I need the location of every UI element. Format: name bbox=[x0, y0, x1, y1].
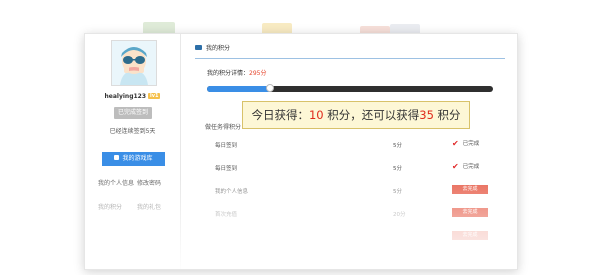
tasks-section-label: 做任务得积分 bbox=[205, 124, 242, 131]
points-tooltip: 今日获得：10 积分，还可以获得35 积分 bbox=[242, 101, 470, 129]
gamepad-icon bbox=[114, 155, 120, 160]
page-title: 我的积分 bbox=[195, 43, 230, 52]
task-name: 每日签到 bbox=[215, 166, 238, 172]
points-progress-bar bbox=[207, 86, 493, 92]
signed-in-button[interactable]: 已完成签到 bbox=[114, 107, 152, 119]
task-name: 每日签到 bbox=[215, 143, 238, 149]
check-icon: ✔ bbox=[452, 162, 459, 171]
go-complete-button[interactable]: 去完成 bbox=[452, 185, 488, 194]
level-badge: lv1 bbox=[148, 93, 161, 99]
task-row: 首次充值 20分 去完成 bbox=[205, 203, 495, 223]
tooltip-suffix: 积分 bbox=[437, 108, 461, 122]
points-panel: 我的积分 我的积分详情：295分 做任务得积分 每日签到 5分 ✔ 已完成 每日签… bbox=[185, 34, 517, 269]
tooltip-prefix: 今日获得： bbox=[251, 108, 309, 122]
go-complete-button[interactable]: 去完成 bbox=[452, 231, 488, 240]
avatar[interactable] bbox=[111, 40, 157, 86]
points-progress-knob[interactable] bbox=[265, 84, 274, 92]
task-row: 去完成 bbox=[205, 226, 495, 246]
task-row: 每日签到 5分 ✔ 已完成 bbox=[205, 134, 495, 154]
task-row: 每日签到 5分 ✔ 已完成 bbox=[205, 157, 495, 177]
task-name: 首次充值 bbox=[215, 212, 238, 218]
task-status-label: 已完成 bbox=[462, 141, 480, 147]
header-divider bbox=[195, 58, 505, 59]
user-sidebar: healying123 lv1 已完成签到 已经连续签到5天 我的游戏库 我的个人… bbox=[85, 34, 181, 269]
task-row: 我的个人信息 5分 去完成 bbox=[205, 180, 495, 200]
task-points: 5分 bbox=[393, 143, 402, 149]
points-value: 295分 bbox=[249, 70, 267, 77]
avatar-image bbox=[112, 41, 156, 85]
signin-streak-text: 已经连续签到5天 bbox=[109, 128, 156, 135]
task-status: ✔ 已完成 bbox=[452, 162, 479, 171]
task-points: 20分 bbox=[393, 212, 406, 218]
tooltip-remaining: 35 bbox=[419, 108, 434, 122]
task-points: 5分 bbox=[393, 166, 402, 172]
menu-item-profile[interactable]: 我的个人信息 bbox=[98, 178, 134, 187]
task-points: 5分 bbox=[393, 189, 402, 195]
username-row: healying123 lv1 bbox=[85, 93, 180, 100]
my-game-library-button[interactable]: 我的游戏库 bbox=[102, 152, 165, 166]
task-status: ✔ 已完成 bbox=[452, 139, 479, 148]
tooltip-middle: 积分，还可以获得 bbox=[327, 108, 420, 122]
menu-item-my-points[interactable]: 我的积分 bbox=[98, 202, 122, 211]
go-complete-button[interactable]: 去完成 bbox=[452, 208, 488, 217]
screenshot-stage: healying123 lv1 已完成签到 已经连续签到5天 我的游戏库 我的个人… bbox=[0, 0, 594, 275]
points-progress-fill bbox=[207, 86, 270, 92]
task-status-label: 已完成 bbox=[462, 164, 480, 170]
points-summary: 我的积分详情：295分 bbox=[207, 68, 266, 77]
user-center-card: healying123 lv1 已完成签到 已经连续签到5天 我的游戏库 我的个人… bbox=[84, 33, 518, 270]
points-label: 我的积分详情： bbox=[207, 70, 250, 77]
task-name: 我的个人信息 bbox=[215, 189, 249, 195]
comment-icon bbox=[195, 45, 202, 50]
page-title-text: 我的积分 bbox=[206, 45, 231, 52]
tooltip-earned: 10 bbox=[308, 108, 324, 122]
menu-item-change-password[interactable]: 修改密码 bbox=[137, 178, 161, 187]
menu-item-my-gifts[interactable]: 我的礼包 bbox=[137, 202, 161, 211]
check-icon: ✔ bbox=[452, 139, 459, 148]
username: healying123 bbox=[104, 93, 147, 100]
my-game-library-label: 我的游戏库 bbox=[122, 155, 153, 162]
